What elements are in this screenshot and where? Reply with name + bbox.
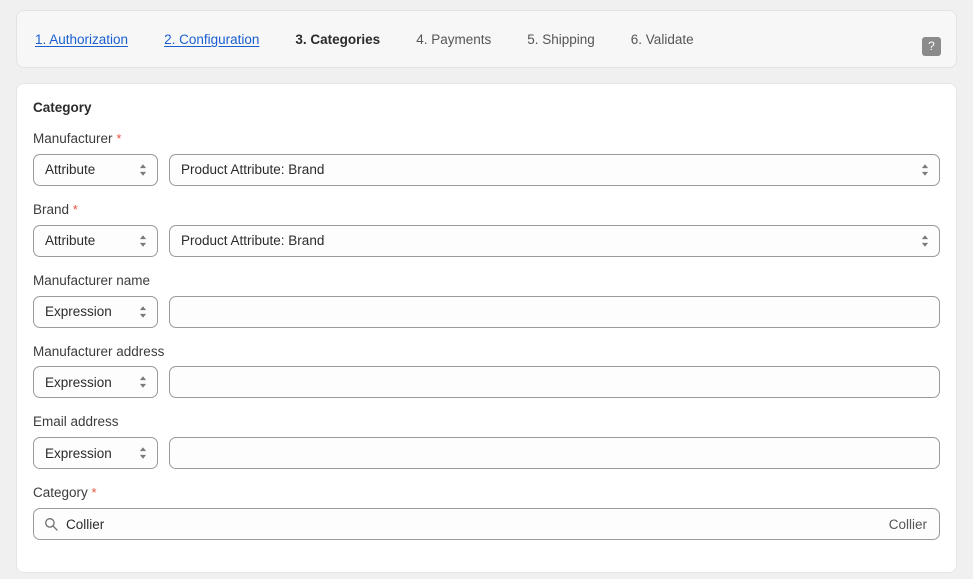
brand-type-select-value: Attribute (45, 233, 96, 249)
wizard-tab-shipping[interactable]: 5. Shipping (527, 33, 613, 47)
chevron-up-down-icon (138, 304, 148, 320)
wizard-tab-bar: 1. Authorization 2. Configuration 3. Cat… (16, 10, 957, 68)
category-search-field[interactable]: Collier (33, 508, 940, 541)
manufacturer-name-type-select[interactable]: Expression (33, 295, 158, 328)
field-category-required: * (91, 485, 97, 501)
manufacturer-address-type-select[interactable]: Expression (33, 366, 158, 399)
field-manufacturer-required: * (116, 131, 122, 146)
field-email-address-label: Email address (33, 414, 119, 430)
field-email-address-row: Expression (33, 437, 940, 470)
chevron-up-down-icon (920, 162, 930, 178)
field-manufacturer-label: Manufacturer * (33, 131, 940, 147)
manufacturer-value-select-value: Product Attribute: Brand (181, 162, 325, 178)
manufacturer-value-select[interactable]: Product Attribute: Brand (169, 153, 940, 186)
field-brand-row: Attribute Product Attribute: Brand (33, 224, 940, 257)
section-title: Category (33, 100, 92, 115)
wizard-tab-categories[interactable]: 3. Categories (295, 33, 398, 47)
field-manufacturer: Manufacturer * Attribute Product Attribu… (33, 131, 940, 186)
manufacturer-name-type-select-value: Expression (45, 304, 112, 320)
field-category-label: Category * (33, 485, 940, 501)
field-manufacturer-name: Manufacturer name Expression (33, 272, 940, 328)
field-brand-label-text: Brand (33, 201, 70, 217)
category-selected-value: Collier (888, 516, 927, 532)
search-icon (44, 517, 58, 531)
help-icon[interactable]: ? (922, 37, 941, 56)
manufacturer-address-input[interactable] (169, 366, 940, 399)
manufacturer-name-input[interactable] (169, 295, 940, 328)
brand-type-select[interactable]: Attribute (33, 224, 158, 257)
field-brand-label: Brand * (33, 201, 940, 218)
wizard-tab-payments[interactable]: 4. Payments (416, 33, 509, 47)
email-address-input[interactable] (169, 437, 940, 470)
chevron-up-down-icon (138, 162, 148, 178)
field-brand: Brand * Attribute Product Attribute: Bra… (33, 201, 940, 257)
field-manufacturer-address: Manufacturer address Expression (33, 343, 940, 399)
wizard-tab-validate[interactable]: 6. Validate (631, 33, 712, 47)
field-category: Category * Collier (33, 485, 940, 541)
category-form-card: Category Manufacturer * Attribute Produc… (16, 83, 957, 573)
manufacturer-type-select[interactable]: Attribute (33, 153, 158, 186)
field-manufacturer-address-row: Expression (33, 366, 940, 399)
chevron-up-down-icon (138, 374, 148, 390)
wizard-tab-shipping-label: 5. Shipping (527, 32, 595, 48)
email-address-type-select-value: Expression (45, 445, 112, 461)
category-search-input[interactable] (66, 516, 879, 532)
wizard-tab-payments-label: 4. Payments (416, 32, 492, 48)
field-manufacturer-row: Attribute Product Attribute: Brand (33, 153, 940, 186)
field-manufacturer-name-row: Expression (33, 295, 940, 328)
wizard-tab-list: 1. Authorization 2. Configuration 3. Cat… (35, 11, 730, 67)
field-manufacturer-address-label: Manufacturer address (33, 343, 165, 359)
wizard-tab-authorization[interactable]: 1. Authorization (35, 33, 146, 47)
field-manufacturer-label-text: Manufacturer (33, 131, 113, 146)
chevron-up-down-icon (920, 233, 930, 249)
manufacturer-type-select-value: Attribute (45, 162, 96, 178)
wizard-tab-configuration-label: 2. Configuration (164, 32, 260, 48)
manufacturer-address-type-select-value: Expression (45, 374, 112, 390)
field-brand-required: * (72, 201, 78, 217)
email-address-type-select[interactable]: Expression (33, 437, 158, 470)
brand-value-select-value: Product Attribute: Brand (181, 233, 325, 249)
field-manufacturer-name-label: Manufacturer name (33, 272, 151, 288)
wizard-tab-authorization-label: 1. Authorization (35, 32, 129, 48)
field-email-address: Email address Expression (33, 414, 940, 470)
chevron-up-down-icon (138, 445, 148, 461)
wizard-tab-validate-label: 6. Validate (630, 32, 694, 48)
wizard-tab-configuration[interactable]: 2. Configuration (164, 33, 277, 47)
chevron-up-down-icon (138, 233, 148, 249)
brand-value-select[interactable]: Product Attribute: Brand (169, 224, 940, 257)
field-category-label-text: Category (33, 485, 88, 501)
wizard-tab-categories-label: 3. Categories (295, 32, 381, 48)
help-icon-label: ? (928, 39, 935, 53)
page-root: 1. Authorization 2. Configuration 3. Cat… (0, 0, 973, 579)
